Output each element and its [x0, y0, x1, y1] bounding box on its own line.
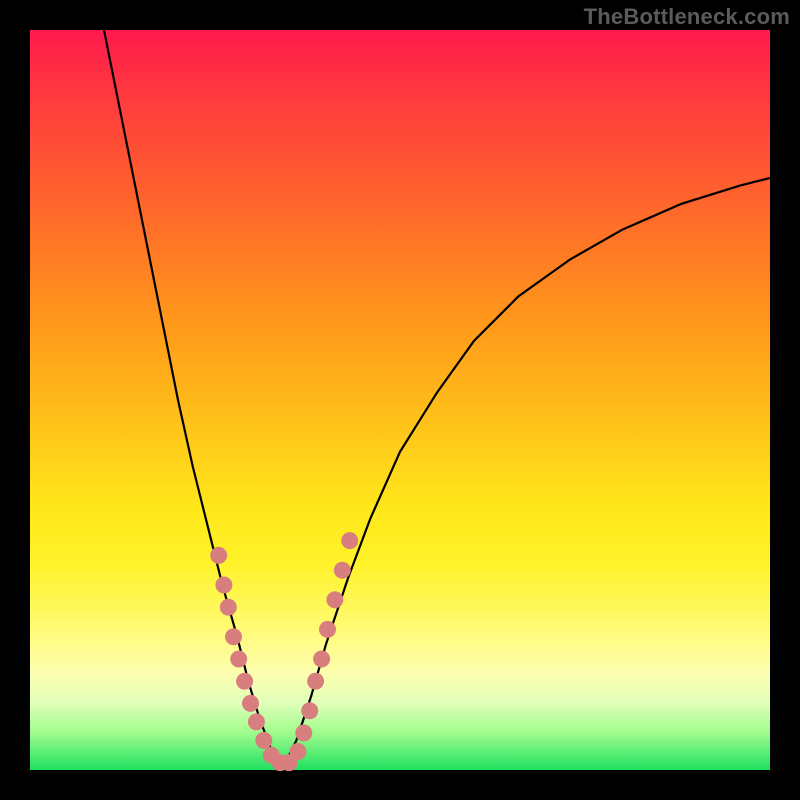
scatter-dot [326, 591, 343, 608]
scatter-dot [313, 651, 330, 668]
scatter-dot [301, 702, 318, 719]
scatter-dot [319, 621, 336, 638]
scatter-dot [236, 673, 253, 690]
scatter-dot [210, 547, 227, 564]
scatter-dot [334, 562, 351, 579]
watermark-text: TheBottleneck.com [584, 4, 790, 30]
curve-left-branch [104, 30, 282, 770]
scatter-dot [341, 532, 358, 549]
scatter-dot [289, 743, 306, 760]
chart-frame: TheBottleneck.com [0, 0, 800, 800]
scatter-dot [295, 725, 312, 742]
scatter-dot [225, 628, 242, 645]
scatter-dot [220, 599, 237, 616]
scatter-dot [307, 673, 324, 690]
scatter-dot [242, 695, 259, 712]
scatter-dot [255, 732, 272, 749]
curve-group [104, 30, 770, 770]
scatter-dot [248, 713, 265, 730]
curve-right-branch [282, 178, 770, 770]
scatter-dot [230, 651, 247, 668]
chart-overlay [30, 30, 770, 770]
scatter-dot [215, 577, 232, 594]
scatter-group [210, 532, 358, 771]
